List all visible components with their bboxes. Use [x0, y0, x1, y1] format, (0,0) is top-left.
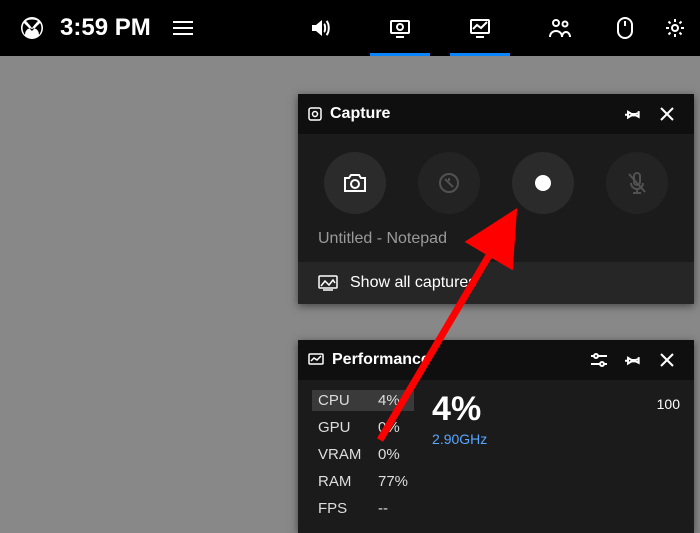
mouse-icon[interactable] [600, 0, 650, 56]
performance-metric-list: CPU4% GPU0% VRAM0% RAM77% FPS-- [312, 390, 414, 519]
show-all-captures-label: Show all captures [350, 274, 476, 292]
perf-close-button[interactable] [650, 343, 684, 377]
clock-time: 3:59 PM [60, 14, 151, 42]
performance-big-value: 4% [432, 390, 487, 429]
capture-panel-header: Capture [298, 94, 694, 134]
gallery-icon [318, 275, 338, 291]
capture-panel: Capture Untitled - Notepad Show all capt… [298, 94, 694, 304]
performance-panel: Performance CPU4% GPU0% VRAM0% RAM77% FP… [298, 340, 694, 533]
widget-menu-icon[interactable] [173, 20, 193, 36]
settings-gear-icon[interactable] [650, 0, 700, 56]
performance-scale-max: 100 [657, 390, 680, 519]
show-all-captures-button[interactable]: Show all captures [298, 262, 694, 304]
mic-toggle-button[interactable] [606, 152, 668, 214]
record-last-button[interactable] [418, 152, 480, 214]
metric-row-vram[interactable]: VRAM0% [312, 444, 414, 465]
screenshot-button[interactable] [324, 152, 386, 214]
perf-options-button[interactable] [582, 343, 616, 377]
performance-main-readout: 4% 2.90GHz [432, 390, 487, 519]
performance-panel-header: Performance [298, 340, 694, 380]
metric-row-fps[interactable]: FPS-- [312, 498, 414, 519]
capture-tab-icon[interactable] [360, 0, 440, 56]
performance-body: CPU4% GPU0% VRAM0% RAM77% FPS-- 4% 2.90G… [298, 380, 694, 529]
capture-badge-icon [308, 107, 322, 121]
performance-sub-value: 2.90GHz [432, 431, 487, 447]
capture-buttons-row [298, 134, 694, 218]
performance-title: Performance [332, 351, 430, 369]
top-icon-row [280, 0, 700, 56]
close-button[interactable] [650, 97, 684, 131]
metric-row-cpu[interactable]: CPU4% [312, 390, 414, 411]
capture-title: Capture [330, 105, 390, 123]
metric-row-ram[interactable]: RAM77% [312, 471, 414, 492]
xbox-icon[interactable] [20, 16, 44, 40]
performance-badge-icon [308, 353, 324, 367]
start-recording-button[interactable] [512, 152, 574, 214]
metric-row-gpu[interactable]: GPU0% [312, 417, 414, 438]
audio-icon[interactable] [280, 0, 360, 56]
pin-button[interactable] [616, 97, 650, 131]
perf-pin-button[interactable] [616, 343, 650, 377]
xbox-social-icon[interactable] [520, 0, 600, 56]
xbox-game-bar: 3:59 PM [0, 0, 700, 56]
performance-tab-icon[interactable] [440, 0, 520, 56]
capture-app-label: Untitled - Notepad [298, 218, 694, 262]
